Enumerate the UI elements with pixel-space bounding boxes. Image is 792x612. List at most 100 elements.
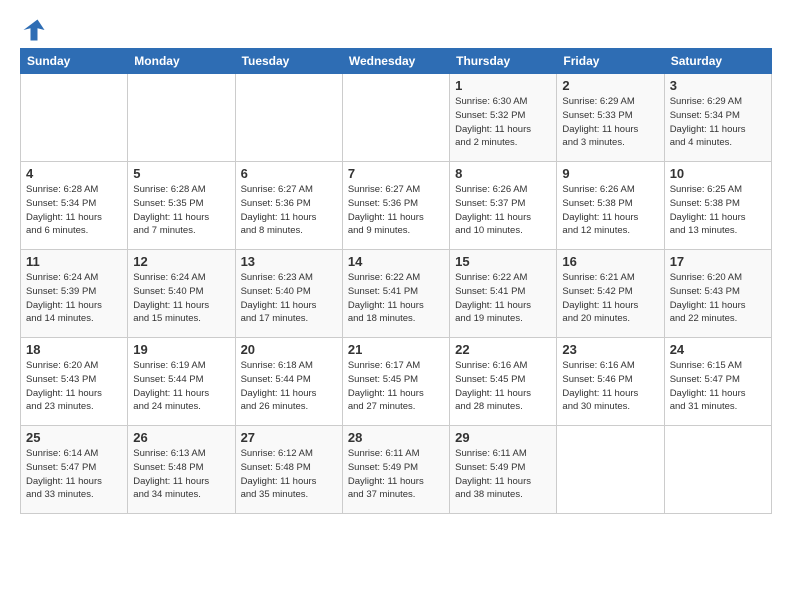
day-number: 27 (241, 430, 337, 445)
day-info: Sunrise: 6:18 AM Sunset: 5:44 PM Dayligh… (241, 359, 337, 414)
day-number: 1 (455, 78, 551, 93)
day-info: Sunrise: 6:13 AM Sunset: 5:48 PM Dayligh… (133, 447, 229, 502)
day-info: Sunrise: 6:15 AM Sunset: 5:47 PM Dayligh… (670, 359, 766, 414)
day-cell (21, 74, 128, 162)
day-info: Sunrise: 6:19 AM Sunset: 5:44 PM Dayligh… (133, 359, 229, 414)
calendar-body: 1 Sunrise: 6:30 AM Sunset: 5:32 PM Daylig… (21, 74, 772, 514)
day-cell: 25 Sunrise: 6:14 AM Sunset: 5:47 PM Dayli… (21, 426, 128, 514)
day-info: Sunrise: 6:27 AM Sunset: 5:36 PM Dayligh… (241, 183, 337, 238)
day-info: Sunrise: 6:20 AM Sunset: 5:43 PM Dayligh… (670, 271, 766, 326)
day-cell: 5 Sunrise: 6:28 AM Sunset: 5:35 PM Daylig… (128, 162, 235, 250)
day-info: Sunrise: 6:22 AM Sunset: 5:41 PM Dayligh… (348, 271, 444, 326)
header (20, 16, 772, 44)
day-number: 25 (26, 430, 122, 445)
day-number: 7 (348, 166, 444, 181)
header-cell-friday: Friday (557, 49, 664, 74)
week-row-5: 25 Sunrise: 6:14 AM Sunset: 5:47 PM Dayli… (21, 426, 772, 514)
day-number: 20 (241, 342, 337, 357)
week-row-2: 4 Sunrise: 6:28 AM Sunset: 5:34 PM Daylig… (21, 162, 772, 250)
day-number: 28 (348, 430, 444, 445)
header-cell-thursday: Thursday (450, 49, 557, 74)
day-cell: 17 Sunrise: 6:20 AM Sunset: 5:43 PM Dayli… (664, 250, 771, 338)
day-number: 19 (133, 342, 229, 357)
day-cell: 22 Sunrise: 6:16 AM Sunset: 5:45 PM Dayli… (450, 338, 557, 426)
day-number: 11 (26, 254, 122, 269)
day-cell: 11 Sunrise: 6:24 AM Sunset: 5:39 PM Dayli… (21, 250, 128, 338)
day-cell: 8 Sunrise: 6:26 AM Sunset: 5:37 PM Daylig… (450, 162, 557, 250)
day-cell (342, 74, 449, 162)
day-cell: 16 Sunrise: 6:21 AM Sunset: 5:42 PM Dayli… (557, 250, 664, 338)
header-cell-monday: Monday (128, 49, 235, 74)
day-number: 10 (670, 166, 766, 181)
day-number: 22 (455, 342, 551, 357)
week-row-1: 1 Sunrise: 6:30 AM Sunset: 5:32 PM Daylig… (21, 74, 772, 162)
day-number: 14 (348, 254, 444, 269)
logo (20, 16, 52, 44)
day-cell: 1 Sunrise: 6:30 AM Sunset: 5:32 PM Daylig… (450, 74, 557, 162)
day-number: 4 (26, 166, 122, 181)
day-cell: 29Sunrise: 6:11 AM Sunset: 5:49 PM Dayli… (450, 426, 557, 514)
day-info: Sunrise: 6:24 AM Sunset: 5:39 PM Dayligh… (26, 271, 122, 326)
day-cell: 2 Sunrise: 6:29 AM Sunset: 5:33 PM Daylig… (557, 74, 664, 162)
day-cell: 10 Sunrise: 6:25 AM Sunset: 5:38 PM Dayli… (664, 162, 771, 250)
header-row: SundayMondayTuesdayWednesdayThursdayFrid… (21, 49, 772, 74)
day-info: Sunrise: 6:28 AM Sunset: 5:34 PM Dayligh… (26, 183, 122, 238)
day-number: 24 (670, 342, 766, 357)
calendar-header: SundayMondayTuesdayWednesdayThursdayFrid… (21, 49, 772, 74)
day-cell (557, 426, 664, 514)
day-number: 26 (133, 430, 229, 445)
day-number: 29 (455, 430, 551, 445)
day-cell: 9 Sunrise: 6:26 AM Sunset: 5:38 PM Daylig… (557, 162, 664, 250)
day-number: 17 (670, 254, 766, 269)
day-number: 16 (562, 254, 658, 269)
day-number: 9 (562, 166, 658, 181)
day-cell: 4 Sunrise: 6:28 AM Sunset: 5:34 PM Daylig… (21, 162, 128, 250)
day-cell: 7 Sunrise: 6:27 AM Sunset: 5:36 PM Daylig… (342, 162, 449, 250)
day-cell: 24 Sunrise: 6:15 AM Sunset: 5:47 PM Dayli… (664, 338, 771, 426)
day-cell: 15 Sunrise: 6:22 AM Sunset: 5:41 PM Dayli… (450, 250, 557, 338)
day-cell: 27 Sunrise: 6:12 AM Sunset: 5:48 PM Dayli… (235, 426, 342, 514)
day-number: 8 (455, 166, 551, 181)
day-cell (235, 74, 342, 162)
day-info: Sunrise: 6:30 AM Sunset: 5:32 PM Dayligh… (455, 95, 551, 150)
week-row-4: 18Sunrise: 6:20 AM Sunset: 5:43 PM Dayli… (21, 338, 772, 426)
day-number: 6 (241, 166, 337, 181)
calendar-table: SundayMondayTuesdayWednesdayThursdayFrid… (20, 48, 772, 514)
day-info: Sunrise: 6:26 AM Sunset: 5:37 PM Dayligh… (455, 183, 551, 238)
day-cell: 26 Sunrise: 6:13 AM Sunset: 5:48 PM Dayli… (128, 426, 235, 514)
day-info: Sunrise: 6:14 AM Sunset: 5:47 PM Dayligh… (26, 447, 122, 502)
day-cell: 12Sunrise: 6:24 AM Sunset: 5:40 PM Dayli… (128, 250, 235, 338)
header-cell-tuesday: Tuesday (235, 49, 342, 74)
day-info: Sunrise: 6:12 AM Sunset: 5:48 PM Dayligh… (241, 447, 337, 502)
day-number: 21 (348, 342, 444, 357)
header-cell-saturday: Saturday (664, 49, 771, 74)
day-cell: 23 Sunrise: 6:16 AM Sunset: 5:46 PM Dayli… (557, 338, 664, 426)
day-info: Sunrise: 6:16 AM Sunset: 5:45 PM Dayligh… (455, 359, 551, 414)
day-cell: 28Sunrise: 6:11 AM Sunset: 5:49 PM Dayli… (342, 426, 449, 514)
day-info: Sunrise: 6:20 AM Sunset: 5:43 PM Dayligh… (26, 359, 122, 414)
day-cell: 19 Sunrise: 6:19 AM Sunset: 5:44 PM Dayli… (128, 338, 235, 426)
day-number: 5 (133, 166, 229, 181)
page: SundayMondayTuesdayWednesdayThursdayFrid… (0, 0, 792, 524)
day-number: 12 (133, 254, 229, 269)
day-info: Sunrise: 6:28 AM Sunset: 5:35 PM Dayligh… (133, 183, 229, 238)
day-info: Sunrise: 6:21 AM Sunset: 5:42 PM Dayligh… (562, 271, 658, 326)
day-number: 3 (670, 78, 766, 93)
day-info: Sunrise: 6:16 AM Sunset: 5:46 PM Dayligh… (562, 359, 658, 414)
week-row-3: 11 Sunrise: 6:24 AM Sunset: 5:39 PM Dayli… (21, 250, 772, 338)
day-info: Sunrise: 6:29 AM Sunset: 5:33 PM Dayligh… (562, 95, 658, 150)
day-cell: 21 Sunrise: 6:17 AM Sunset: 5:45 PM Dayli… (342, 338, 449, 426)
day-cell: 14 Sunrise: 6:22 AM Sunset: 5:41 PM Dayli… (342, 250, 449, 338)
day-info: Sunrise: 6:26 AM Sunset: 5:38 PM Dayligh… (562, 183, 658, 238)
day-number: 15 (455, 254, 551, 269)
day-number: 23 (562, 342, 658, 357)
header-cell-sunday: Sunday (21, 49, 128, 74)
day-info: Sunrise: 6:25 AM Sunset: 5:38 PM Dayligh… (670, 183, 766, 238)
day-cell (128, 74, 235, 162)
day-info: Sunrise: 6:17 AM Sunset: 5:45 PM Dayligh… (348, 359, 444, 414)
day-info: Sunrise: 6:27 AM Sunset: 5:36 PM Dayligh… (348, 183, 444, 238)
day-cell: 6 Sunrise: 6:27 AM Sunset: 5:36 PM Daylig… (235, 162, 342, 250)
day-number: 2 (562, 78, 658, 93)
day-info: Sunrise: 6:22 AM Sunset: 5:41 PM Dayligh… (455, 271, 551, 326)
day-cell: 20 Sunrise: 6:18 AM Sunset: 5:44 PM Dayli… (235, 338, 342, 426)
